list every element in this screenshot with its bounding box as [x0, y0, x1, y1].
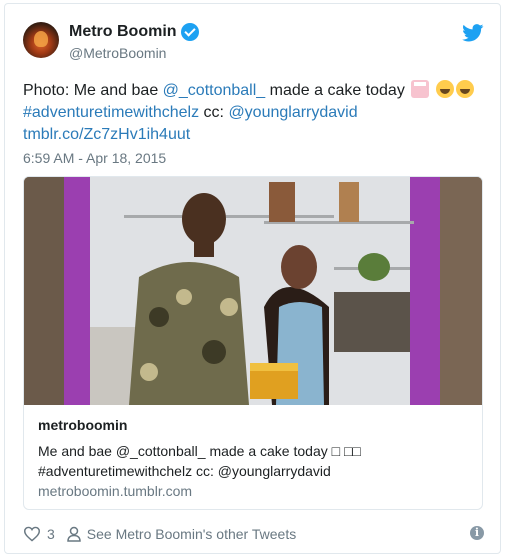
tweet-text-prefix: Photo: Me and bae — [23, 82, 163, 99]
author-name-row[interactable]: Metro Boomin — [69, 23, 199, 41]
tweet-text-cc: cc: — [199, 104, 229, 121]
media-card-title[interactable]: metroboomin — [38, 417, 468, 433]
media-card-url[interactable]: metroboomin.tumblr.com — [38, 483, 468, 499]
birthday-cake-emoji-icon — [411, 80, 430, 98]
verified-badge-icon — [180, 23, 199, 41]
tweet-header: Metro Boomin @MetroBoomin — [23, 22, 484, 66]
media-card-desc-line2: #adventuretimewithchelz cc: @younglarryd… — [38, 463, 331, 479]
twitter-bird-icon[interactable] — [462, 24, 484, 42]
tweet-text: Photo: Me and bae @_cottonball_ made a c… — [23, 80, 488, 146]
media-card-description: Me and bae @_cottonball_ made a cake tod… — [38, 441, 438, 481]
media-card-desc-line1: Me and bae @_cottonball_ made a cake tod… — [38, 443, 361, 459]
person-icon[interactable] — [67, 526, 81, 542]
hashtag-adventuretimewithchelz[interactable]: #adventuretimewithchelz — [23, 104, 199, 121]
heart-icon[interactable] — [23, 526, 41, 542]
see-other-tweets-link[interactable]: See Metro Boomin's other Tweets — [87, 526, 296, 542]
tweet-footer: 3 See Metro Boomin's other Tweets i — [23, 523, 484, 545]
embedded-tweet-card: Metro Boomin @MetroBoomin Photo: Me and … — [4, 3, 501, 554]
like-count[interactable]: 3 — [47, 526, 55, 542]
info-icon[interactable]: i — [470, 526, 484, 540]
author-handle[interactable]: @MetroBoomin — [69, 45, 166, 61]
avatar[interactable] — [23, 22, 59, 58]
tweet-timestamp[interactable]: 6:59 AM - Apr 18, 2015 — [23, 150, 166, 166]
media-card-meta: metroboomin Me and bae @_cottonball_ mad… — [24, 405, 482, 509]
mention-younglarrydavid[interactable]: @younglarrydavid — [228, 104, 357, 121]
media-card[interactable]: metroboomin Me and bae @_cottonball_ mad… — [23, 176, 483, 510]
tumblr-link[interactable]: tmblr.co/Zc7zHv1ih4uut — [23, 126, 190, 143]
tweet-text-mid: made a cake today — [265, 82, 410, 99]
photo-image — [24, 177, 482, 405]
grinning-face-emoji-icon-2 — [455, 80, 474, 98]
grinning-face-emoji-icon — [435, 80, 454, 98]
mention-cottonball[interactable]: @_cottonball_ — [163, 82, 266, 99]
author-name[interactable]: Metro Boomin — [69, 23, 177, 41]
